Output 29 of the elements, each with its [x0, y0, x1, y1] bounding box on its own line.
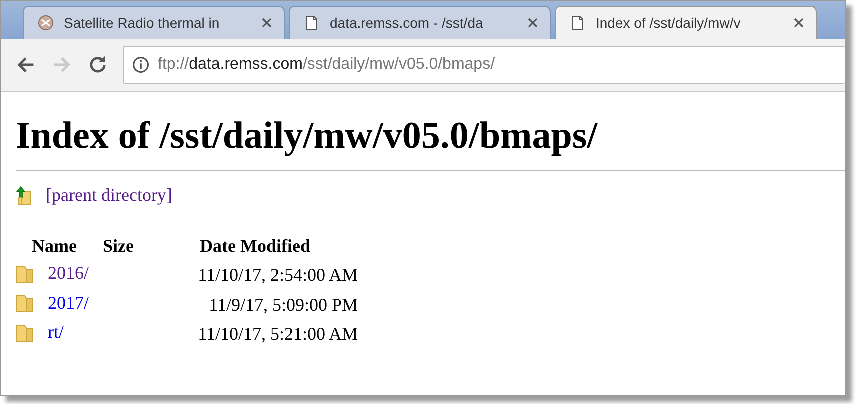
date-cell: 11/9/17, 5:09:00 PM — [209, 294, 358, 315]
tab-title: Satellite Radio thermal in — [64, 15, 221, 31]
tab-title: Index of /sst/daily/mw/v — [596, 15, 742, 31]
close-icon[interactable] — [794, 18, 804, 28]
column-header[interactable]: Date Modified — [142, 236, 358, 261]
folder-icon — [16, 293, 34, 313]
date-cell: 11/10/17, 2:54:00 AM — [198, 265, 358, 286]
address-bar[interactable]: ftp://data.remss.com/sst/daily/mw/v05.0/bmaps/ — [123, 46, 845, 84]
column-header[interactable]: Name — [16, 236, 90, 261]
page-icon — [570, 15, 586, 31]
page-icon — [304, 15, 320, 31]
parent-folder-icon — [16, 186, 34, 206]
browser-tab[interactable]: Index of /sst/daily/mw/v — [555, 6, 817, 39]
browser-tab[interactable]: Satellite Radio thermal in — [23, 6, 285, 39]
info-icon[interactable] — [132, 56, 150, 74]
parent-directory-link[interactable]: [parent directory] — [46, 185, 172, 206]
page-heading: Index of /sst/daily/mw/v05.0/bmaps/ — [16, 114, 599, 158]
folder-icon — [16, 264, 34, 284]
folder-icon — [16, 322, 34, 342]
browser-tab[interactable]: data.remss.com - /sst/da — [289, 6, 551, 39]
folder-link[interactable]: 2016/ — [48, 263, 90, 284]
folder-link[interactable]: 2017/ — [48, 292, 90, 314]
close-icon[interactable] — [528, 18, 538, 28]
close-icon[interactable] — [262, 18, 272, 28]
reload-icon[interactable] — [87, 54, 109, 76]
folder-link[interactable]: rt/ — [48, 322, 64, 343]
date-cell: 11/10/17, 5:21:00 AM — [198, 324, 358, 344]
column-header[interactable]: Size — [89, 236, 142, 261]
tab-title: data.remss.com - /sst/da — [330, 15, 484, 31]
